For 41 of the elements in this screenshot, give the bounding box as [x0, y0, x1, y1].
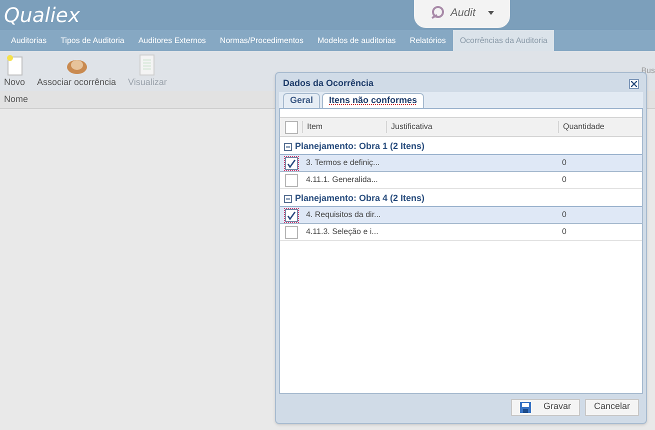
table-cell-text: 0 — [561, 209, 568, 221]
logo: Qualiex — [3, 2, 80, 29]
close-button[interactable] — [629, 79, 639, 89]
table-cell-text: 3. Termos e definiç... — [305, 157, 381, 169]
caret-icon — [488, 11, 494, 15]
save-button[interactable]: Gravar — [511, 398, 580, 416]
document-icon — [139, 54, 156, 76]
checkbox[interactable] — [284, 174, 298, 186]
document-icon — [6, 54, 24, 76]
check-icon — [286, 158, 296, 168]
checkbox[interactable] — [284, 156, 298, 170]
check-icon — [286, 210, 296, 220]
toolbar-button[interactable]: Novo — [4, 54, 26, 89]
dialog-title: Dados da Ocorrência — [283, 77, 374, 90]
checkbox[interactable] — [284, 208, 298, 222]
column-header: Nome — [4, 92, 28, 106]
table-row[interactable]: 4.11.1. Generalida... 0 — [280, 172, 642, 189]
table-cell-text: 4.11.3. Seleção e i... — [305, 226, 380, 238]
table-cell-text: 4.11.1. Generalida... — [305, 174, 379, 186]
column-header: Justificativa — [386, 121, 558, 133]
toolbar-button[interactable]: Associar ocorrência — [37, 56, 116, 89]
table-row[interactable]: 3. Termos e definiç... 0 — [280, 155, 642, 172]
module-selector[interactable]: Audit — [414, 0, 510, 28]
column-header: Item — [302, 121, 386, 133]
dialog-tab[interactable]: Itens não conformes — [322, 93, 424, 108]
table-cell-text: 0 — [561, 174, 568, 186]
floppy-icon — [520, 402, 532, 412]
group-title: Planejamento: Obra 1 (2 Itens) — [295, 140, 425, 153]
dialog-tab[interactable]: Geral — [283, 93, 320, 108]
checkbox[interactable] — [284, 120, 298, 134]
collapse-toggle[interactable] — [284, 194, 292, 202]
cancel-button[interactable]: Cancelar — [584, 398, 639, 416]
table-cell-text: 0 — [561, 226, 568, 238]
table-cell-text: 4. Requisitos da dir... — [305, 209, 382, 221]
table-cell-text: 0 — [561, 157, 568, 169]
checkbox[interactable] — [284, 226, 298, 238]
group-title: Planejamento: Obra 4 (2 Itens) — [295, 192, 425, 205]
table-row[interactable]: 4.11.3. Seleção e i... 0 — [280, 224, 642, 241]
collapse-toggle[interactable] — [284, 142, 292, 150]
column-header: Quantidade — [558, 121, 642, 133]
table-row[interactable]: 4. Requisitos da dir... 0 — [280, 207, 642, 224]
